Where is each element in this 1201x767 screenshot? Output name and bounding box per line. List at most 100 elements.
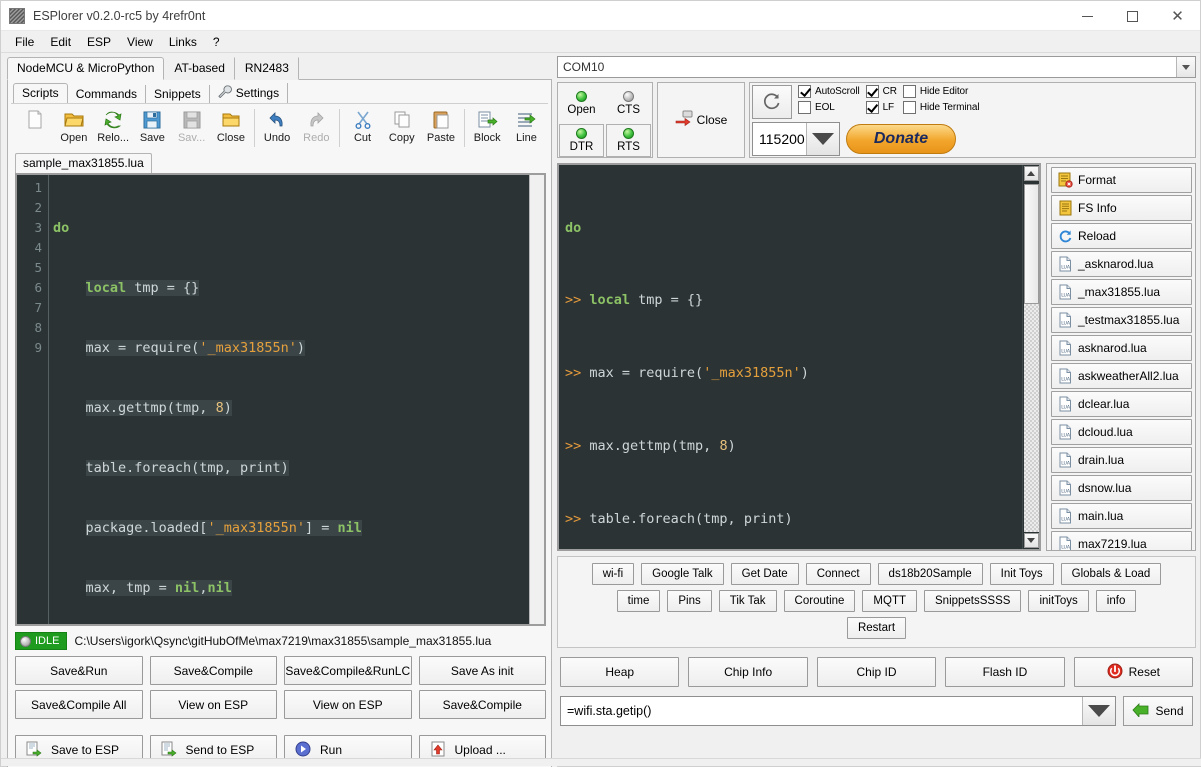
terminal-output[interactable]: do >> local tmp = {} >> max = require('_…	[559, 165, 1022, 549]
terminal-scrollbar[interactable]	[1022, 165, 1039, 549]
eol-checkbox-icon[interactable]	[798, 101, 811, 114]
view-on-esp-button-1[interactable]: View on ESP	[149, 690, 277, 719]
checkbox-eol[interactable]: EOL	[798, 101, 860, 114]
cmd-google-talk-button[interactable]: Google Talk	[641, 563, 724, 585]
save-button[interactable]: Save	[133, 107, 172, 144]
scroll-up-button[interactable]	[1023, 166, 1039, 181]
copy-button[interactable]: Copy	[382, 107, 421, 144]
reset-button[interactable]: Reset	[1073, 657, 1194, 687]
com-port-dropdown-arrow[interactable]	[1176, 57, 1195, 77]
hide-terminal-checkbox-icon[interactable]	[902, 101, 916, 114]
checkbox-hide-editor[interactable]: Hide Editor	[902, 85, 980, 98]
com-port-combo[interactable]: COM10	[557, 56, 1196, 78]
list-item[interactable]: LUA dsnow.lua	[1051, 475, 1192, 501]
paste-button[interactable]: Paste	[421, 107, 460, 144]
menu-file[interactable]: File	[7, 33, 42, 51]
save-compile-runlc-button[interactable]: Save&Compile&RunLC	[284, 656, 412, 685]
list-item[interactable]: LUA drain.lua	[1051, 447, 1192, 473]
close-file-button[interactable]: Close	[211, 107, 250, 144]
cmd-tik-tak-button[interactable]: Tik Tak	[718, 590, 777, 612]
cmd-info-button[interactable]: info	[1095, 590, 1137, 612]
new-file-button[interactable]	[15, 107, 54, 132]
scrollbar-thumb[interactable]	[1023, 184, 1039, 304]
cmd-ds18b20sample-button[interactable]: ds18b20Sample	[877, 563, 983, 585]
save-as-init-button[interactable]: Save As init	[418, 656, 546, 685]
fs-info-button[interactable]: FS Info	[1051, 195, 1192, 221]
close-button[interactable]: ✕	[1155, 1, 1200, 31]
save-and-run-button[interactable]: Save&Run	[15, 656, 143, 685]
editor-file-tab[interactable]: sample_max31855.lua	[15, 153, 152, 173]
cr-checkbox-icon[interactable]	[865, 85, 879, 98]
cmd-time-button[interactable]: time	[616, 590, 661, 612]
list-item[interactable]: LUA askweatherAll2.lua	[1051, 363, 1192, 389]
led-dtr[interactable]: DTR	[559, 123, 604, 157]
menu-help[interactable]: ?	[205, 33, 228, 51]
reload-button[interactable]: Relo...	[94, 107, 133, 144]
checkbox-autoscroll[interactable]: AutoScroll	[798, 85, 860, 98]
cmd-init-toys-button[interactable]: Init Toys	[989, 563, 1054, 585]
cmd-snippetssss-button[interactable]: SnippetsSSSS	[924, 590, 1022, 612]
chip-id-button[interactable]: Chip ID	[816, 657, 937, 687]
menu-edit[interactable]: Edit	[42, 33, 79, 51]
led-rts[interactable]: RTS	[606, 123, 651, 157]
tab-at-based[interactable]: AT-based	[164, 57, 235, 80]
redo-button[interactable]: Redo	[297, 107, 336, 144]
cmd-connect-button[interactable]: Connect	[805, 563, 871, 585]
checkbox-lf[interactable]: LF	[865, 101, 897, 114]
minimize-button[interactable]	[1065, 1, 1110, 31]
command-input-value[interactable]: =wifi.sta.getip()	[561, 704, 1082, 718]
tab-nodemcu-micropython[interactable]: NodeMCU & MicroPython	[7, 57, 165, 80]
list-item[interactable]: LUA asknarod.lua	[1051, 335, 1192, 361]
save-and-compile-button[interactable]: Save&Compile	[149, 656, 277, 685]
close-connection-button[interactable]: Close	[657, 82, 745, 158]
chip-info-button[interactable]: Chip Info	[688, 657, 808, 687]
command-history-arrow[interactable]	[1082, 697, 1115, 725]
scrollbar-track[interactable]	[1023, 304, 1039, 532]
block-button[interactable]: Block	[468, 107, 507, 144]
format-button[interactable]: Format	[1051, 167, 1192, 193]
editor-scrollbar[interactable]	[529, 175, 544, 624]
save-as-button[interactable]: Sav...	[172, 107, 211, 144]
serial-terminal[interactable]: do >> local tmp = {} >> max = require('_…	[557, 163, 1041, 551]
cmd-get-date-button[interactable]: Get Date	[730, 563, 799, 585]
list-item[interactable]: LUA _testmax31855.lua	[1051, 307, 1192, 333]
undo-button[interactable]: Undo	[257, 107, 296, 144]
refresh-ports-button[interactable]	[752, 85, 792, 119]
tab-rn2483[interactable]: RN2483	[234, 57, 299, 80]
flash-id-button[interactable]: Flash ID	[945, 657, 1065, 687]
baudrate-combo[interactable]: 115200	[752, 122, 840, 156]
list-item[interactable]: LUA _asknarod.lua	[1051, 251, 1192, 277]
menu-esp[interactable]: ESP	[79, 33, 119, 51]
tab-snippets[interactable]: Snippets	[146, 85, 210, 104]
editor-content[interactable]: do local tmp = {} max = require('_max318…	[49, 175, 529, 624]
save-compile-button-2[interactable]: Save&Compile	[418, 690, 546, 719]
cmd-inittoys-button[interactable]: initToys	[1028, 590, 1089, 612]
list-item[interactable]: LUA _max31855.lua	[1051, 279, 1192, 305]
lf-checkbox-icon[interactable]	[865, 101, 879, 114]
code-editor[interactable]: 1 2 3 4 5 6 7 8 9 do local tmp = {} max …	[15, 173, 546, 626]
hide-editor-checkbox-icon[interactable]	[902, 85, 916, 98]
menu-links[interactable]: Links	[161, 33, 205, 51]
menu-view[interactable]: View	[119, 33, 161, 51]
command-input-combo[interactable]: =wifi.sta.getip()	[560, 696, 1116, 726]
tab-commands[interactable]: Commands	[68, 85, 147, 104]
send-button[interactable]: Send	[1123, 696, 1193, 726]
cmd-coroutine-button[interactable]: Coroutine	[783, 590, 856, 612]
cmd-restart-button[interactable]: Restart	[846, 617, 907, 639]
cmd-globals-load-button[interactable]: Globals & Load	[1060, 563, 1162, 585]
scroll-down-button[interactable]	[1023, 533, 1039, 548]
list-item[interactable]: LUA dclear.lua	[1051, 391, 1192, 417]
cmd-mqtt-button[interactable]: MQTT	[862, 590, 917, 612]
checkbox-cr[interactable]: CR	[865, 85, 897, 98]
cmd-wifi-button[interactable]: wi-fi	[591, 563, 635, 585]
line-button[interactable]: Line	[507, 107, 546, 144]
save-compile-all-button[interactable]: Save&Compile All	[15, 690, 143, 719]
list-item[interactable]: LUA dcloud.lua	[1051, 419, 1192, 445]
cut-button[interactable]: Cut	[343, 107, 382, 144]
reload-files-button[interactable]: Reload	[1051, 223, 1192, 249]
cmd-pins-button[interactable]: Pins	[667, 590, 712, 612]
maximize-button[interactable]	[1110, 1, 1155, 31]
list-item[interactable]: LUA main.lua	[1051, 503, 1192, 529]
donate-button[interactable]: Donate	[846, 124, 956, 154]
autoscroll-checkbox-icon[interactable]	[798, 85, 811, 98]
